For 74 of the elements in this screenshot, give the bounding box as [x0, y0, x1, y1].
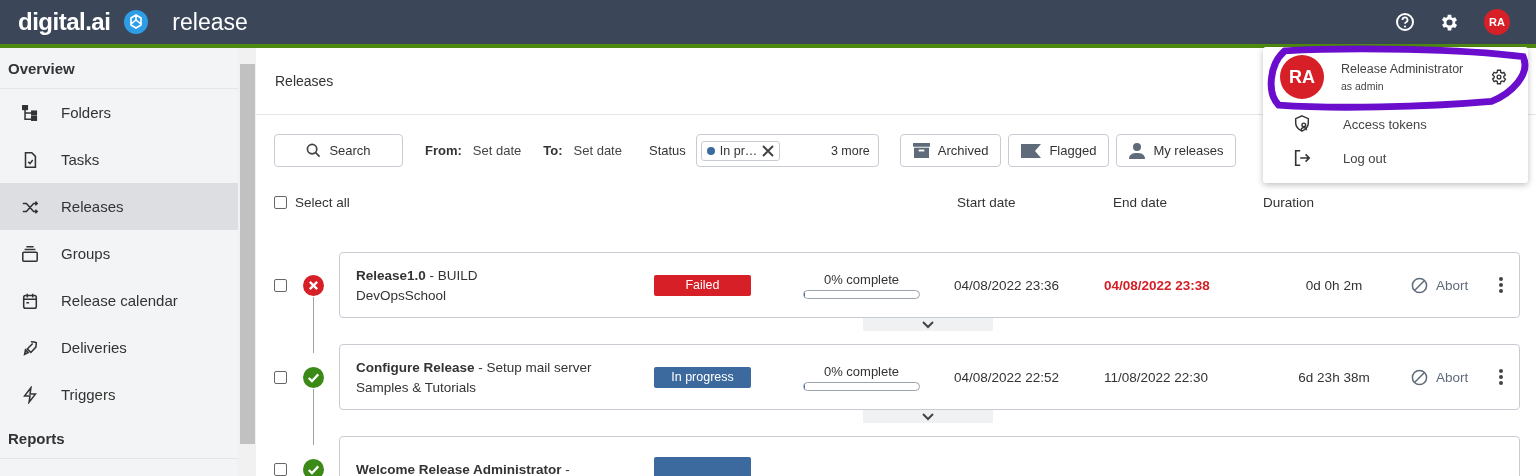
status-chip-label: In pr…: [719, 143, 758, 158]
column-header[interactable]: Duration: [1263, 195, 1520, 210]
chevron-down-icon: [922, 320, 934, 329]
start-date: 04/08/2022 22:52: [954, 369, 1061, 385]
to-date-link[interactable]: Set date: [573, 143, 622, 158]
help-icon[interactable]: [1395, 12, 1415, 32]
from-label: From:: [425, 143, 462, 158]
sidebar-item[interactable]: Folders: [0, 89, 238, 136]
from-date-link[interactable]: Set date: [472, 143, 522, 158]
more-options-icon[interactable]: [1499, 277, 1503, 293]
abort-icon: [1411, 276, 1428, 294]
abort-button[interactable]: Abort: [1411, 276, 1469, 294]
release-card[interactable]: Configure Release - Setup mail server Samples & Tutorials In progress 0% complete 04/08/2022 22:52 11/08/2022 22:30 6d 23h 38m Abort: [339, 344, 1520, 410]
more-options-icon[interactable]: [1499, 369, 1503, 385]
row-checkbox[interactable]: [274, 463, 287, 476]
sidebar-item[interactable]: Releases: [0, 183, 238, 230]
flag-icon: [1021, 143, 1042, 158]
logout-icon: [1293, 149, 1311, 167]
progress-text: 0% complete: [823, 363, 900, 379]
row-checkbox[interactable]: [274, 371, 287, 384]
sidebar-item[interactable]: Tasks: [0, 136, 238, 183]
search-button[interactable]: Search: [274, 134, 403, 167]
menu-item[interactable]: Access tokens: [1263, 107, 1528, 141]
status-badge: In progress: [654, 366, 751, 388]
filter-toggle-button[interactable]: My releases: [1116, 134, 1237, 167]
release-title[interactable]: Welcome Release Administrator -: [356, 461, 654, 476]
more-count: 3 more: [830, 143, 870, 158]
calendar-icon: [21, 291, 39, 310]
release-folder: DevOpsSchool: [356, 287, 448, 303]
column-header[interactable]: End date: [1113, 195, 1263, 210]
progress-text: 0% complete: [823, 271, 900, 287]
row-checkbox[interactable]: [274, 279, 287, 292]
start-date: 04/08/2022 23:36: [954, 277, 1061, 293]
release-title[interactable]: Release1.0 - BUILD: [356, 267, 654, 283]
person-icon: [1129, 142, 1146, 159]
product-logo-icon: [124, 10, 149, 34]
duration: 0d 0h 2m: [1304, 277, 1364, 293]
user-avatar[interactable]: RA: [1484, 9, 1510, 35]
user-avatar: RA: [1280, 55, 1324, 99]
close-icon[interactable]: [762, 144, 775, 157]
archive-box-icon: [912, 143, 930, 158]
filter-toggle-button[interactable]: Flagged: [1008, 134, 1110, 167]
filter-toggle-button[interactable]: Archived: [899, 134, 1002, 167]
release-folder: Samples & Tutorials: [356, 379, 478, 395]
menu-item[interactable]: Log out: [1263, 141, 1528, 175]
end-date: 11/08/2022 22:30: [1104, 369, 1210, 385]
user-name: Release Administrator: [1341, 62, 1465, 76]
status-chip[interactable]: In pr…: [700, 140, 781, 161]
scrollbar[interactable]: [238, 48, 256, 476]
select-all-label: Select all: [295, 195, 350, 210]
user-role: as admin: [1341, 80, 1385, 92]
to-label: To:: [543, 143, 563, 158]
logo-text: digital.ai: [18, 8, 111, 36]
status-label: Status: [648, 143, 686, 158]
status-badge: Failed: [654, 274, 751, 296]
status-field[interactable]: In pr… 3 more: [695, 134, 879, 167]
duration: 6d 23h 38m: [1297, 369, 1371, 385]
column-header[interactable]: Start date: [957, 195, 1113, 210]
search-icon: [306, 143, 322, 158]
sidebar-item[interactable]: Groups: [0, 230, 238, 277]
product-name: release: [172, 8, 248, 36]
abort-icon: [1411, 368, 1428, 386]
sidebar-item[interactable]: Triggers: [0, 371, 238, 418]
abort-button[interactable]: Abort: [1411, 368, 1469, 386]
settings-icon[interactable]: [1490, 68, 1508, 86]
chevron-down-icon: [922, 412, 934, 421]
end-date: 04/08/2022 23:38: [1104, 277, 1211, 293]
select-all-checkbox[interactable]: [274, 196, 287, 209]
sidebar-item[interactable]: Release calendar: [0, 277, 238, 324]
shield-person-icon: [1293, 115, 1311, 133]
release-card[interactable]: Release1.0 - BUILD DevOpsSchool Failed 0% complete 04/08/2022 23:36 04/08/2022 23:38 0d 0h 2m Abort: [339, 252, 1520, 318]
release-title[interactable]: Configure Release - Setup mail server: [356, 359, 654, 375]
sidebar-item[interactable]: Deliveries: [0, 324, 238, 371]
release-card[interactable]: Welcome Release Administrator -: [339, 436, 1520, 476]
